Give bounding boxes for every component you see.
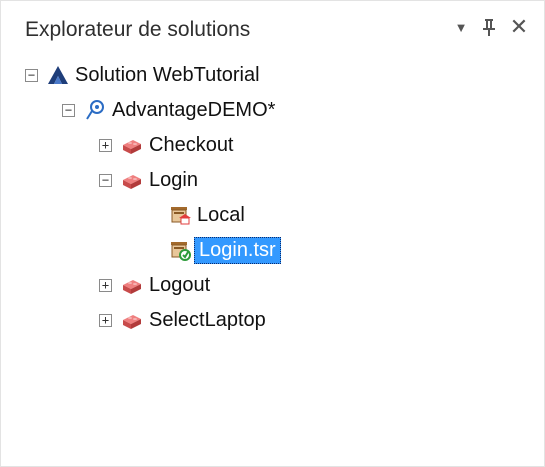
tree-label-action: SelectLaptop: [149, 308, 266, 331]
panel-title: Explorateur de solutions: [25, 18, 251, 41]
tree-label-solution: Solution WebTutorial: [75, 63, 260, 86]
solution-tree: − Solution WebTutorial − AdvantageDEMO*: [1, 54, 544, 466]
collapse-toggle[interactable]: −: [99, 173, 112, 187]
local-object-repository-icon: [169, 204, 191, 226]
expand-toggle[interactable]: +: [99, 313, 112, 327]
tree-label-selected: Login.tsr: [194, 236, 281, 264]
collapse-toggle[interactable]: −: [25, 68, 38, 82]
tree-label-action: Checkout: [149, 133, 234, 156]
action-icon: [121, 169, 143, 191]
action-icon: [121, 274, 143, 296]
collapse-toggle[interactable]: −: [62, 103, 75, 117]
tree-node-solution[interactable]: − Solution WebTutorial: [25, 59, 260, 91]
tree-label-action: Logout: [149, 273, 211, 296]
expand-toggle[interactable]: +: [99, 138, 112, 152]
project-icon: [84, 99, 106, 121]
tree-node-action[interactable]: + Logout: [99, 269, 210, 301]
solution-icon: [47, 64, 69, 86]
tree-label-action: Login: [149, 168, 198, 191]
tree-label-repository: Local: [197, 203, 245, 226]
tree-label-project: AdvantageDEMO*: [112, 98, 276, 121]
expand-toggle[interactable]: +: [99, 278, 112, 292]
tree-node-action[interactable]: + Checkout: [99, 129, 234, 161]
pin-icon[interactable]: [480, 15, 498, 39]
action-icon: [121, 309, 143, 331]
dropdown-arrow-icon[interactable]: ▼: [452, 15, 470, 39]
panel-titlebar: Explorateur de solutions ▼ ✕: [1, 1, 544, 54]
solution-explorer-panel: Explorateur de solutions ▼ ✕ − Solution: [0, 0, 545, 467]
tree-node-action[interactable]: − Login: [99, 164, 198, 196]
tree-node-repository-selected[interactable]: Login.tsr: [159, 234, 281, 266]
tree-node-project[interactable]: − AdvantageDEMO*: [62, 94, 275, 126]
tree-node-repository[interactable]: Local: [159, 199, 245, 231]
close-icon[interactable]: ✕: [508, 14, 530, 39]
tree-node-action[interactable]: + SelectLaptop: [99, 304, 266, 336]
action-icon: [121, 134, 143, 156]
shared-object-repository-icon: [169, 239, 191, 261]
